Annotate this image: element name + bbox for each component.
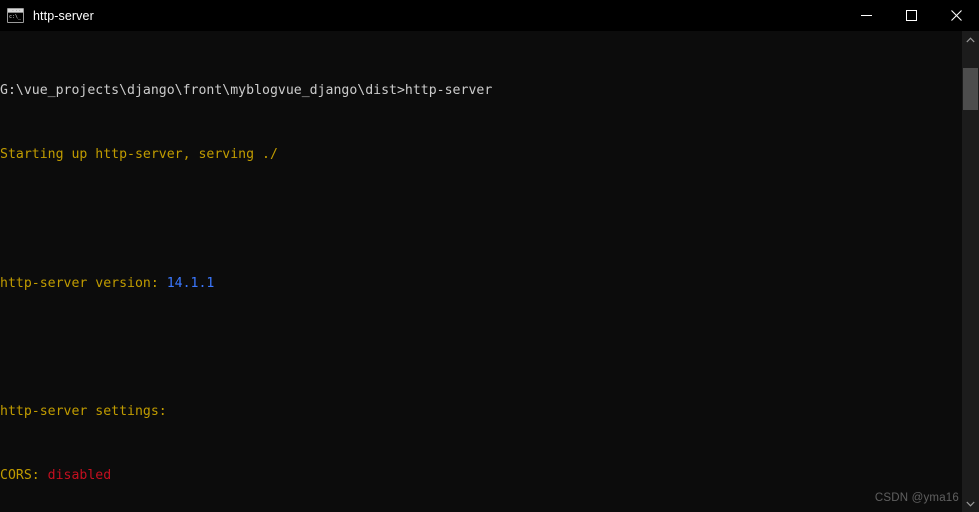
close-button[interactable] [934,0,979,31]
prompt-command: http-server [404,83,493,99]
title-bar[interactable]: ··· c:\_ http-server [0,0,979,31]
setting-value: disabled [47,468,112,484]
settings-header: http-server settings: [0,404,962,420]
window-title: http-server [33,8,94,23]
setting-cors: CORS: disabled [0,468,962,484]
version-value: 14.1.1 [166,275,215,291]
scrollbar-track[interactable] [962,48,979,495]
minimize-button[interactable] [844,0,889,31]
prompt-line: G:\vue_projects\django\front\myblogvue_d… [0,83,962,99]
version-label: http-server version: [0,275,167,291]
window-controls [844,0,979,31]
terminal-window: ··· c:\_ http-server G:\vue_projects\dja… [0,0,979,512]
version-line: http-server version: 14.1.1 [0,276,962,292]
terminal-text: G:\vue_projects\django\front\myblogvue_d… [0,35,962,512]
maximize-button[interactable] [889,0,934,31]
scroll-up-arrow[interactable] [962,31,979,48]
cmd-prompt-icon: ··· c:\_ [7,8,24,23]
setting-label: CORS: [0,468,48,484]
scroll-down-arrow[interactable] [962,495,979,512]
console-output-area[interactable]: G:\vue_projects\django\front\myblogvue_d… [0,31,979,512]
startup-text: Starting up http-server, serving ./ [0,147,278,163]
startup-line: Starting up http-server, serving ./ [0,147,962,163]
settings-header-text: http-server settings: [0,404,167,420]
vertical-scrollbar[interactable] [962,31,979,512]
scroll-thumb[interactable] [963,68,978,110]
prompt-path: G:\vue_projects\django\front\myblogvue_d… [0,83,405,99]
